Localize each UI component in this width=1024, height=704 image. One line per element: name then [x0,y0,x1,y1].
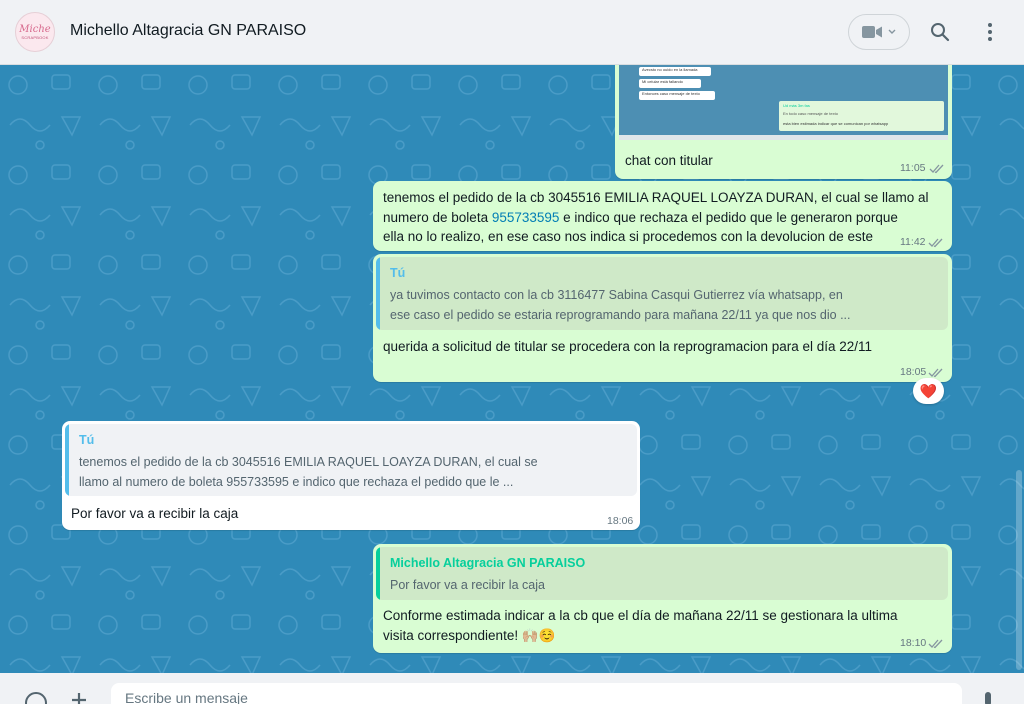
message-time: 18:06 [607,515,634,527]
quote-author: Tú [390,266,406,280]
quote-text: tenemos el pedido de la cb 3045516 EMILI… [79,455,538,469]
reaction-badge[interactable]: ❤️ [913,378,944,404]
quoted-message[interactable]: Michello Altagracia GN PARAISO Por favor… [376,547,948,600]
message-image[interactable]: Avecsto no ouido en la llamada Mi celula… [619,65,948,140]
quote-bar [376,257,380,330]
chevron-down-icon [888,29,896,34]
quote-author: Tú [79,433,95,447]
double-check-icon [929,164,944,174]
message-input[interactable] [111,683,962,704]
quote-bar [65,424,69,496]
chat-area: Avecsto no ouido en la llamada Mi celula… [0,65,1024,673]
menu-button[interactable] [976,18,1004,46]
message-bubble-outgoing[interactable]: Michello Altagracia GN PARAISO Por favor… [373,544,952,653]
contact-name[interactable]: Michello Altagracia GN PARAISO [70,22,306,40]
video-call-button[interactable] [848,14,910,50]
message-text: Por favor va a recibir la caja [71,506,239,521]
message-time: 11:05 [900,162,926,174]
double-check-icon [928,238,943,248]
message-bubble-outgoing[interactable]: tenemos el pedido de la cb 3045516 EMILI… [373,181,952,251]
quote-text: Por favor va a recibir la caja [390,578,545,592]
message-line: ella no lo realizo, en ese caso nos indi… [383,229,874,244]
message-caption: chat con titular [625,153,713,168]
double-check-icon [928,639,943,649]
image-text-2: Mi celular está fallando [642,79,683,84]
quote-bar [376,547,380,600]
composer-bar [0,673,1024,704]
message-line: visita correspondiente! 🙌🏼☺️ [383,627,556,643]
quoted-message[interactable]: Tú tenemos el pedido de la cb 3045516 EM… [65,424,637,496]
message-line: tenemos el pedido de la cb 3045516 EMILI… [383,190,929,205]
quote-text: ya tuvimos contacto con la cb 3116477 Sa… [390,288,843,302]
avatar-logo-text: Miche [19,23,51,35]
message-text: querida a solicitud de titular se proced… [383,339,873,354]
message-bubble-outgoing[interactable]: Tú ya tuvimos contacto con la cb 3116477… [373,254,952,382]
phone-number-link[interactable]: 955733595 [492,210,560,225]
message-time: 11:42 [900,236,926,248]
image-text-5: En todo caso mensaje de texto [783,111,838,116]
quoted-message[interactable]: Tú ya tuvimos contacto con la cb 3116477… [376,257,948,330]
image-text-1: Avecsto no ouido en la llamada [642,67,698,72]
scrollbar[interactable] [1016,470,1022,670]
message-text: Conforme estimada indicar a la cb que el… [383,606,943,645]
avatar[interactable]: Miche SCRAPBOOK [15,12,55,52]
message-text: tenemos el pedido de la cb 3045516 EMILI… [383,188,943,247]
double-check-icon [928,368,943,378]
image-text-3: Entonces caso mensaje de texto [642,91,700,96]
heart-reaction-icon: ❤️ [919,382,938,399]
message-bubble-outgoing[interactable]: Avecsto no ouido en la llamada Mi celula… [615,65,952,179]
plus-icon[interactable] [69,691,89,704]
avatar-logo-subtext: SCRAPBOOK [21,34,49,40]
chat-header: Miche SCRAPBOOK Michello Altagracia GN P… [0,0,1024,65]
microphone-icon[interactable] [982,691,994,704]
search-button[interactable] [926,18,954,46]
quote-text: llamo al numero de boleta 955733595 e in… [79,475,514,489]
message-time: 18:05 [900,366,927,378]
quote-author: Michello Altagracia GN PARAISO [390,556,586,570]
message-line: numero de boleta 955733595 e indico que … [383,209,898,225]
more-vertical-icon [988,23,992,41]
quote-text: ese caso el pedido se estaria reprograma… [390,308,851,322]
message-bubble-incoming[interactable]: Tú tenemos el pedido de la cb 3045516 EM… [62,421,640,530]
image-text-4: Ud más 3m fas [783,103,810,108]
search-icon [931,23,950,42]
message-time: 18:10 [900,637,927,649]
image-text-6: esta bien estimada indicar que se comuni… [783,121,889,126]
message-line: Conforme estimada indicar a la cb que el… [383,608,898,623]
emoji-icon[interactable] [24,691,48,704]
message-input-wrapper [111,683,962,704]
video-camera-icon [862,26,882,38]
